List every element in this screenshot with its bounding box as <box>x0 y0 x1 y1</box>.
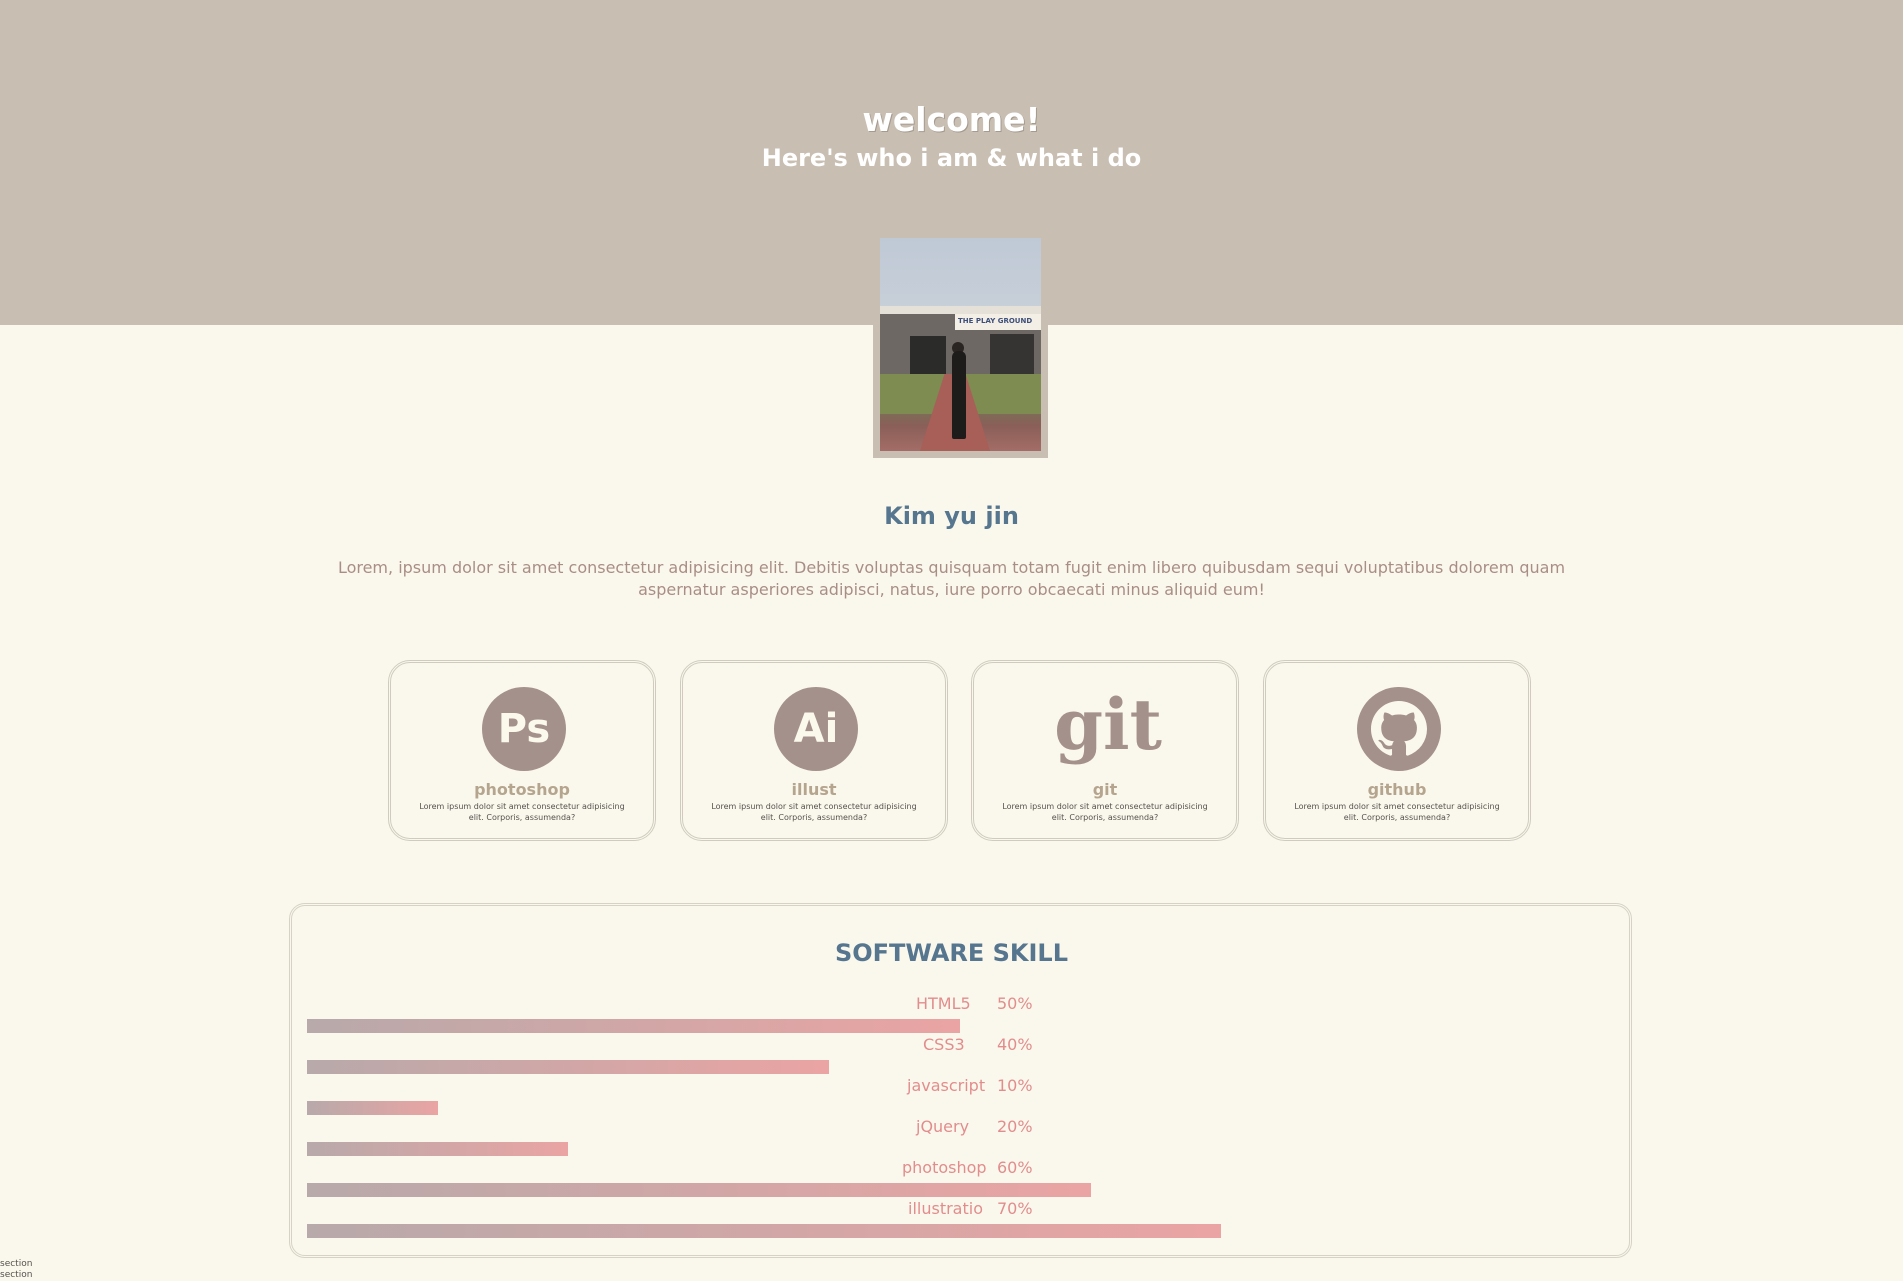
skill-bar-javascript <box>307 1101 438 1115</box>
card-github[interactable]: github Lorem ipsum dolor sit amet consec… <box>1263 660 1531 841</box>
skill-percent-jquery: 20% <box>997 1117 1033 1136</box>
card-git[interactable]: git git Lorem ipsum dolor sit amet conse… <box>971 660 1239 841</box>
profile-photo: THE PLAY GROUND <box>880 238 1041 451</box>
photo-sign-text: THE PLAY GROUND <box>958 317 1033 325</box>
skill-label-css3: CSS3 <box>923 1035 965 1054</box>
skill-label-illustrator: illustratio <box>908 1199 983 1218</box>
card-title: photoshop <box>474 780 570 799</box>
skill-label-html5: HTML5 <box>916 994 971 1013</box>
profile-bio: Lorem, ipsum dolor sit amet consectetur … <box>337 558 1566 599</box>
hero-subtitle: Here's who i am & what i do <box>761 144 1142 172</box>
card-title: illust <box>791 780 837 799</box>
hero-title: welcome! <box>862 100 1041 139</box>
skill-bar-illustrator <box>307 1224 1221 1238</box>
skill-percent-html5: 50% <box>997 994 1033 1013</box>
skill-bar-html5 <box>307 1019 960 1033</box>
card-description: Lorem ipsum dolor sit amet consectetur a… <box>1002 802 1208 822</box>
card-description: Lorem ipsum dolor sit amet consectetur a… <box>1294 802 1500 822</box>
skill-percent-photoshop: 60% <box>997 1158 1033 1177</box>
footer-note: section <box>0 1270 33 1280</box>
illustrator-icon: Ai <box>774 687 858 771</box>
card-illustrator[interactable]: Ai illust Lorem ipsum dolor sit amet con… <box>680 660 948 841</box>
card-description: Lorem ipsum dolor sit amet consectetur a… <box>711 802 917 822</box>
card-title: git <box>1092 780 1118 799</box>
skill-title: SOFTWARE SKILL <box>834 939 1069 967</box>
profile-name: Kim yu jin <box>884 502 1019 530</box>
footer-note: section <box>0 1259 33 1269</box>
skill-percent-javascript: 10% <box>997 1076 1033 1095</box>
skill-bar-css3 <box>307 1060 829 1074</box>
skill-label-javascript: javascript <box>907 1076 986 1095</box>
card-photoshop[interactable]: Ps photoshop Lorem ipsum dolor sit amet … <box>388 660 656 841</box>
git-icon: git <box>1054 683 1162 766</box>
card-title: github <box>1367 780 1427 799</box>
skill-bar-photoshop <box>307 1183 1091 1197</box>
skill-percent-illustrator: 70% <box>997 1199 1033 1218</box>
github-icon <box>1357 687 1441 771</box>
profile-photo-frame: THE PLAY GROUND <box>873 231 1048 458</box>
skill-percent-css3: 40% <box>997 1035 1033 1054</box>
card-description: Lorem ipsum dolor sit amet consectetur a… <box>419 802 625 822</box>
skill-label-jquery: jQuery <box>916 1117 970 1136</box>
skill-bar-jquery <box>307 1142 568 1156</box>
skill-label-photoshop: photoshop <box>902 1158 987 1177</box>
photoshop-icon: Ps <box>482 687 566 771</box>
